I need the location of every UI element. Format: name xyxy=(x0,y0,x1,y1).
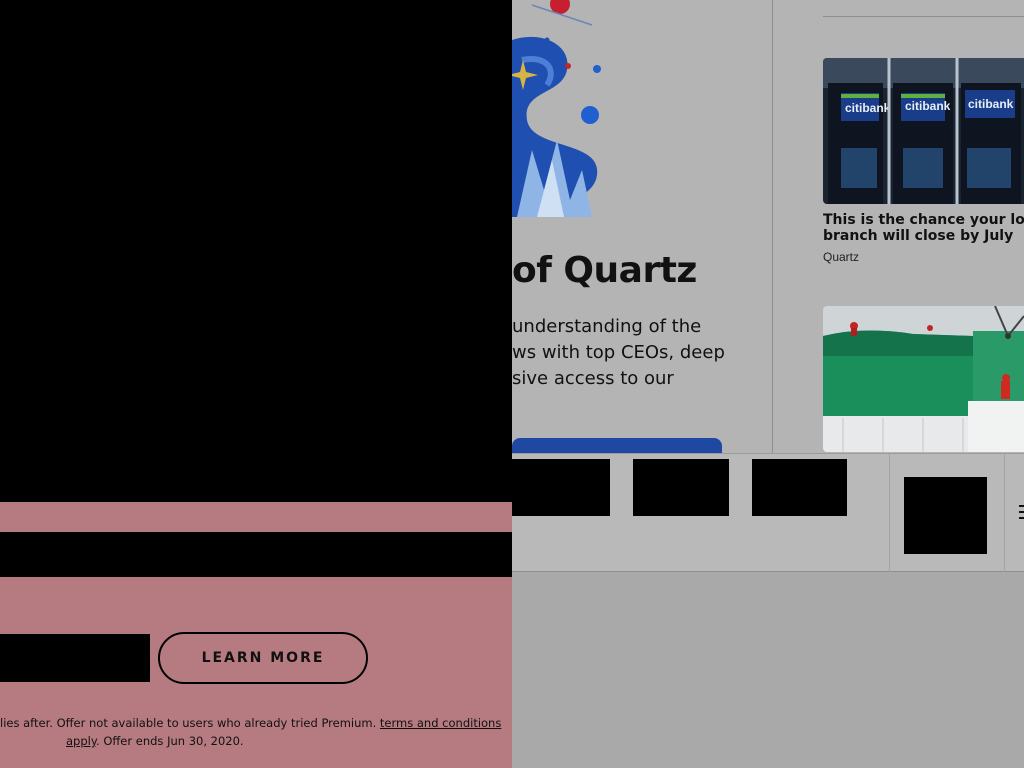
nav-square-button[interactable] xyxy=(904,477,987,554)
nav-divider xyxy=(889,454,890,572)
overlay-redacted-headline xyxy=(0,532,512,577)
atm-sign-text: citibank xyxy=(905,99,951,113)
story-image[interactable] xyxy=(823,306,1024,452)
story-source: Quartz xyxy=(823,250,860,264)
terms-link[interactable]: terms and conditions xyxy=(380,716,501,730)
nav-tile[interactable] xyxy=(512,459,610,516)
story-title-line: This is the chance your loca xyxy=(823,212,1024,228)
promo-illustration xyxy=(512,0,612,217)
atm-sign-text: citibank xyxy=(845,101,891,115)
page-lower-area xyxy=(512,572,1024,768)
offer-primary-button[interactable] xyxy=(0,634,150,682)
story-card[interactable] xyxy=(823,306,1024,452)
learn-more-button[interactable]: LEARN MORE xyxy=(158,632,368,684)
promo-description-line: sive access to our xyxy=(512,368,674,389)
nav-tile[interactable] xyxy=(752,459,847,516)
terms-link-apply[interactable]: apply xyxy=(66,734,96,748)
nav-tile[interactable] xyxy=(633,459,729,516)
nav-divider xyxy=(1004,454,1005,572)
story-title-line: branch will close by July xyxy=(823,228,1014,244)
story-image[interactable]: citibank citibank citibank xyxy=(823,58,1024,204)
promo-cta-button[interactable] xyxy=(512,438,722,453)
story-title[interactable]: This is the chance your loca branch will… xyxy=(823,212,1024,244)
promo-description-line: ws with top CEOs, deep xyxy=(512,342,725,363)
promo-title: of Quartz xyxy=(512,250,697,291)
fine-print-text: lies after. Offer not available to users… xyxy=(0,716,380,730)
sidebar-top-rule xyxy=(823,16,1024,17)
offer-fine-print: lies after. Offer not available to users… xyxy=(0,714,501,750)
story-card[interactable]: citibank citibank citibank This is the c… xyxy=(823,58,1024,264)
fine-print-suffix: . Offer ends Jun 30, 2020. xyxy=(96,734,244,748)
overlay-redacted-panel xyxy=(0,0,512,502)
atm-sign-text: citibank xyxy=(968,97,1014,111)
promo-description: understanding of the ws with top CEOs, d… xyxy=(512,314,752,392)
hamburger-menu-icon[interactable] xyxy=(1019,505,1024,523)
column-divider xyxy=(772,0,773,453)
promo-description-line: understanding of the xyxy=(512,316,702,337)
